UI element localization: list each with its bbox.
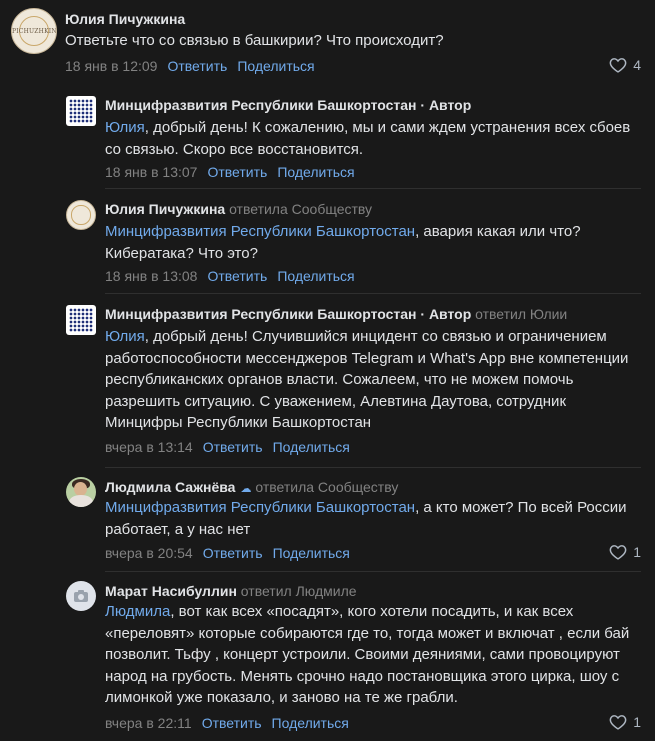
divider xyxy=(105,467,641,468)
avatar-mincifra[interactable] xyxy=(66,305,96,335)
mention-link[interactable]: Людмила xyxy=(105,603,170,620)
avatar-mincifra[interactable] xyxy=(66,96,96,126)
comment-6: Марат Насибуллин ответил Людмиле Людмила… xyxy=(0,575,655,741)
share-button[interactable]: Поделиться xyxy=(277,164,354,180)
like-button[interactable]: 1 xyxy=(609,544,641,560)
comment-text: Минцифразвития Республики Башкортостан, … xyxy=(105,499,627,538)
comment-text: Людмила, вот как всех «посадят», кого хо… xyxy=(105,603,630,706)
avatar-yulia[interactable] xyxy=(66,200,96,230)
comment-date[interactable]: вчера в 22:11 xyxy=(105,715,192,731)
comment-date[interactable]: 18 янв в 13:07 xyxy=(105,164,197,180)
share-button[interactable]: Поделиться xyxy=(277,268,354,284)
comment-author[interactable]: Минцифразвития Республики Башкортостан ·… xyxy=(105,97,471,113)
like-button[interactable]: 1 xyxy=(609,714,641,730)
like-count: 1 xyxy=(633,544,641,560)
heart-icon xyxy=(609,545,627,560)
comment-author[interactable]: Юлия Пичужкина xyxy=(65,11,185,27)
reply-button[interactable]: Ответить xyxy=(203,439,263,455)
comment-meta: вчера в 22:11 Ответить Поделиться xyxy=(105,715,349,731)
comment-author[interactable]: Марат Насибуллин ответил Людмиле xyxy=(105,583,357,599)
comment-2: Минцифразвития Республики Башкортостан ·… xyxy=(0,88,655,188)
like-button[interactable]: 4 xyxy=(609,57,641,73)
comment-5: Людмила Сажнёва ☁ ответила Сообществу Мин… xyxy=(0,471,655,571)
comment-meta: 18 янв в 13:08 Ответить Поделиться xyxy=(105,268,355,284)
avatar-yulia[interactable]: PICHUZHKINA xyxy=(11,8,57,54)
comment-date[interactable]: вчера в 13:14 xyxy=(105,439,193,455)
reply-to-label: ответил Людмиле xyxy=(240,583,357,599)
divider xyxy=(105,188,641,189)
comment-author[interactable]: Людмила Сажнёва ☁ ответила Сообществу xyxy=(105,479,398,495)
reply-button[interactable]: Ответить xyxy=(202,715,262,731)
reply-button[interactable]: Ответить xyxy=(167,58,227,74)
comment-4: Минцифразвития Республики Башкортостан ·… xyxy=(0,297,655,465)
comment-3: Юлия Пичужкина ответила Сообществу Минци… xyxy=(0,192,655,292)
mention-link[interactable]: Минцифразвития Республики Башкортостан xyxy=(105,499,415,516)
comment-meta: вчера в 20:54 Ответить Поделиться xyxy=(105,545,350,561)
divider xyxy=(105,571,641,572)
comment-1: PICHUZHKINA Юлия Пичужкина Ответьте что … xyxy=(0,0,655,85)
reply-button[interactable]: Ответить xyxy=(203,545,263,561)
avatar-lyudmila[interactable] xyxy=(66,477,96,507)
comment-date[interactable]: 18 янв в 13:08 xyxy=(105,268,197,284)
comment-text: Юлия, добрый день! К сожалению, мы и сам… xyxy=(105,119,631,158)
comment-text: Минцифразвития Республики Башкортостан, … xyxy=(105,223,581,262)
avatar-marat[interactable] xyxy=(66,581,96,611)
reply-to-label: ответил Юлии xyxy=(475,306,568,322)
comment-author[interactable]: Юлия Пичужкина ответила Сообществу xyxy=(105,201,372,217)
comment-text: Ответьте что со связью в башкирии? Что п… xyxy=(65,32,444,49)
heart-icon xyxy=(609,715,627,730)
share-button[interactable]: Поделиться xyxy=(272,715,349,731)
share-button[interactable]: Поделиться xyxy=(273,545,350,561)
comment-meta: 18 янв в 12:09 Ответить Поделиться xyxy=(65,58,315,74)
reply-to-label: ответила Сообществу xyxy=(255,479,399,495)
camera-icon xyxy=(74,590,88,602)
comment-meta: вчера в 13:14 Ответить Поделиться xyxy=(105,439,350,455)
reply-to-label: ответила Сообществу xyxy=(229,201,373,217)
reply-button[interactable]: Ответить xyxy=(207,164,267,180)
like-count: 1 xyxy=(633,714,641,730)
like-count: 4 xyxy=(633,57,641,73)
mention-link[interactable]: Юлия xyxy=(105,119,145,136)
mention-link[interactable]: Минцифразвития Республики Башкортостан xyxy=(105,223,415,240)
comment-date[interactable]: 18 янв в 12:09 xyxy=(65,58,157,74)
comment-text: Юлия, добрый день! Случившийся инцидент … xyxy=(105,328,629,431)
badge-icon: ☁ xyxy=(240,483,252,495)
comment-meta: 18 янв в 13:07 Ответить Поделиться xyxy=(105,164,355,180)
mention-link[interactable]: Юлия xyxy=(105,328,145,345)
reply-button[interactable]: Ответить xyxy=(207,268,267,284)
comment-date[interactable]: вчера в 20:54 xyxy=(105,545,193,561)
divider xyxy=(105,293,641,294)
share-button[interactable]: Поделиться xyxy=(237,58,314,74)
comment-author[interactable]: Минцифразвития Республики Башкортостан ·… xyxy=(105,306,567,322)
heart-icon xyxy=(609,58,627,73)
share-button[interactable]: Поделиться xyxy=(273,439,350,455)
